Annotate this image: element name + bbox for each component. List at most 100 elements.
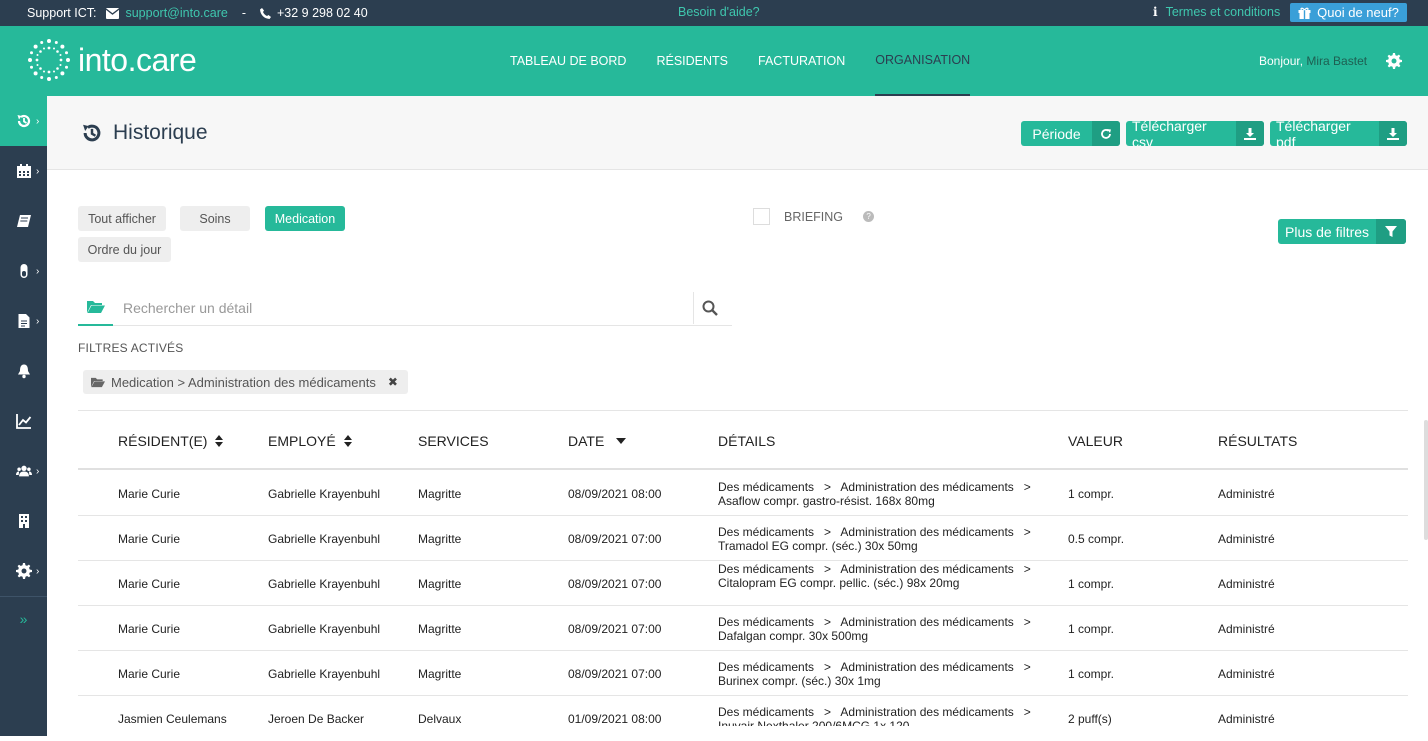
question-circle-icon[interactable]: ? bbox=[863, 211, 875, 222]
cell-result: Administré bbox=[1218, 531, 1275, 546]
sort-icon bbox=[215, 435, 224, 447]
column-label: DATE bbox=[568, 433, 605, 449]
filter-medication[interactable]: Medication bbox=[265, 206, 345, 231]
terms-link[interactable]: i Termes et conditions bbox=[1153, 5, 1280, 19]
column-label: SERVICES bbox=[418, 433, 489, 449]
column-resident[interactable]: RÉSIDENT(E) bbox=[118, 433, 224, 449]
chevron-right-icon: › bbox=[36, 565, 40, 577]
cell-employee: Gabrielle Krayenbuhl bbox=[268, 666, 381, 681]
filter-show-all[interactable]: Tout afficher bbox=[78, 206, 166, 231]
sidebar-item-notifications[interactable] bbox=[0, 346, 47, 396]
download-csv-label: Télécharger csv bbox=[1132, 121, 1207, 146]
nav-organisation[interactable]: ORGANISATION bbox=[875, 26, 971, 96]
cell-result: Administré bbox=[1218, 576, 1275, 591]
table-row[interactable]: Marie Curie Gabrielle Krayenbuhl Magritt… bbox=[78, 471, 1408, 516]
cell-service: Magritte bbox=[418, 621, 462, 636]
sidebar-item-history[interactable]: › bbox=[0, 96, 47, 146]
table-row[interactable]: Marie Curie Gabrielle Krayenbuhl Magritt… bbox=[78, 561, 1408, 606]
search-input[interactable] bbox=[123, 298, 683, 318]
filter-funnel-icon bbox=[1376, 219, 1407, 244]
building-icon bbox=[18, 514, 29, 528]
cell-employee: Gabrielle Krayenbuhl bbox=[268, 486, 381, 501]
whats-new-button[interactable]: Quoi de neuf? bbox=[1290, 3, 1407, 22]
support-email-link[interactable]: support@into.care bbox=[125, 6, 227, 20]
column-label: RÉSIDENT(E) bbox=[118, 433, 208, 449]
cell-service: Magritte bbox=[418, 531, 462, 546]
download-pdf-button[interactable]: Télécharger pdf bbox=[1270, 121, 1407, 146]
cell-resident: Marie Curie bbox=[118, 486, 181, 501]
page-title-text: Historique bbox=[113, 121, 208, 144]
sort-icon bbox=[343, 435, 352, 447]
sidebar-item-book[interactable] bbox=[0, 196, 47, 246]
bell-icon bbox=[17, 364, 30, 379]
history-icon bbox=[83, 124, 101, 142]
chevron-right-icon: › bbox=[36, 115, 40, 127]
sidebar-item-building[interactable] bbox=[0, 496, 47, 546]
more-filters-button[interactable]: Plus de filtres bbox=[1278, 219, 1407, 244]
remove-filter-icon[interactable]: ✖ bbox=[388, 375, 398, 389]
main-nav: TABLEAU DE BORD RÉSIDENTS FACTURATION OR… bbox=[510, 26, 1000, 96]
cell-employee: Jeroen De Backer bbox=[268, 711, 365, 726]
column-value: VALEUR bbox=[1068, 433, 1123, 449]
sidebar-divider bbox=[0, 596, 47, 597]
history-icon bbox=[17, 114, 30, 128]
cell-date: 08/09/2021 07:00 bbox=[568, 531, 662, 546]
column-services: SERVICES bbox=[418, 433, 489, 449]
cell-date: 01/09/2021 08:00 bbox=[568, 711, 662, 726]
expand-sidebar-icon[interactable]: » bbox=[0, 611, 47, 627]
briefing-toggle[interactable]: BRIEFING ? bbox=[753, 208, 875, 225]
table-row[interactable]: Jasmien Ceulemans Jeroen De Backer Delva… bbox=[78, 696, 1408, 736]
table-row[interactable]: Marie Curie Gabrielle Krayenbuhl Magritt… bbox=[78, 651, 1408, 696]
sort-desc-icon bbox=[616, 438, 627, 444]
settings-gear-icon[interactable] bbox=[1386, 53, 1402, 69]
nav-billing[interactable]: FACTURATION bbox=[758, 26, 845, 96]
cell-service: Magritte bbox=[418, 666, 462, 681]
download-csv-button[interactable]: Télécharger csv bbox=[1126, 121, 1264, 146]
period-button[interactable]: Période bbox=[1021, 121, 1120, 146]
column-details: DÉTAILS bbox=[718, 433, 775, 449]
cell-employee: Gabrielle Krayenbuhl bbox=[268, 621, 381, 636]
filter-care[interactable]: Soins bbox=[180, 206, 250, 231]
sidebar-item-statistics[interactable] bbox=[0, 396, 47, 446]
column-date[interactable]: DATE bbox=[568, 433, 627, 449]
search-icon[interactable] bbox=[702, 300, 718, 316]
cell-details: Des médicaments > Administration des méd… bbox=[718, 480, 1041, 508]
cell-value: 1 compr. bbox=[1068, 621, 1115, 636]
briefing-checkbox[interactable] bbox=[753, 208, 770, 225]
column-employee[interactable]: EMPLOYÉ bbox=[268, 433, 352, 449]
column-label: VALEUR bbox=[1068, 433, 1123, 449]
sidebar-item-medication[interactable]: › bbox=[0, 246, 47, 296]
calendar-icon bbox=[16, 164, 31, 178]
cell-details: Des médicaments > Administration des méd… bbox=[718, 705, 1041, 726]
support-contact: Support ICT: support@into.care - +32 9 2… bbox=[27, 0, 368, 26]
help-link[interactable]: Besoin d'aide? bbox=[678, 5, 760, 19]
nav-residents[interactable]: RÉSIDENTS bbox=[656, 26, 728, 96]
info-icon: i bbox=[1153, 5, 1158, 19]
filter-agenda[interactable]: Ordre du jour bbox=[78, 237, 171, 262]
cell-details: Des médicaments > Administration des méd… bbox=[718, 615, 1041, 643]
cell-resident: Marie Curie bbox=[118, 531, 181, 546]
active-filters-label: FILTRES ACTIVÉS bbox=[78, 341, 184, 355]
table-row[interactable]: Marie Curie Gabrielle Krayenbuhl Magritt… bbox=[78, 606, 1408, 651]
logo[interactable]: into.care bbox=[26, 37, 197, 83]
folder-open-icon[interactable] bbox=[78, 290, 113, 326]
user-greeting[interactable]: Bonjour, Mira Bastet bbox=[1259, 54, 1367, 68]
table-row[interactable]: Marie Curie Gabrielle Krayenbuhl Magritt… bbox=[78, 516, 1408, 561]
envelope-icon bbox=[106, 7, 120, 19]
sidebar-item-users[interactable]: › bbox=[0, 446, 47, 496]
cell-result: Administré bbox=[1218, 666, 1275, 681]
sidebar-item-documents[interactable]: › bbox=[0, 296, 47, 346]
terms-label: Termes et conditions bbox=[1165, 5, 1281, 19]
cell-result: Administré bbox=[1218, 486, 1275, 501]
cell-value: 2 puff(s) bbox=[1068, 711, 1112, 726]
sidebar-item-settings[interactable]: › bbox=[0, 546, 47, 596]
users-icon bbox=[15, 465, 32, 477]
table-scrollbar[interactable] bbox=[1424, 420, 1428, 540]
cell-date: 08/09/2021 07:00 bbox=[568, 666, 662, 681]
sidebar-item-calendar[interactable]: › bbox=[0, 146, 47, 196]
nav-dashboard[interactable]: TABLEAU DE BORD bbox=[510, 26, 626, 96]
cell-resident: Marie Curie bbox=[118, 621, 181, 636]
refresh-icon bbox=[1092, 121, 1120, 146]
gear-icon bbox=[15, 563, 32, 579]
phone-icon bbox=[259, 7, 271, 19]
